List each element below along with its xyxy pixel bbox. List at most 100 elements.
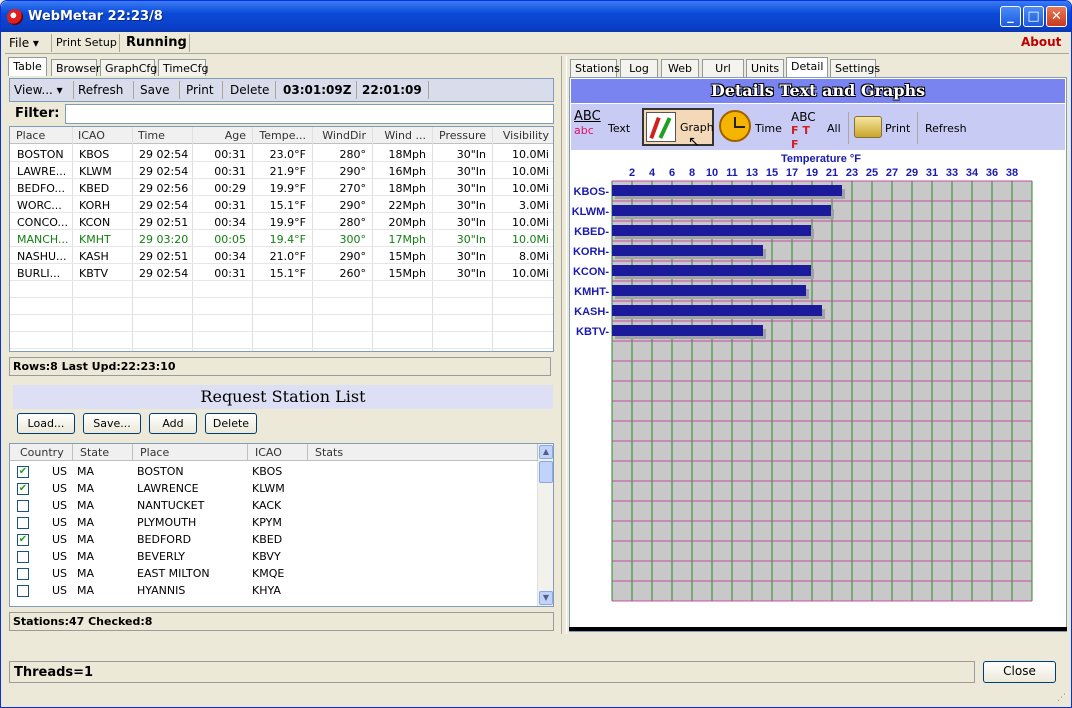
tab-web[interactable]: Web bbox=[661, 59, 699, 77]
maximize-button[interactable]: □ bbox=[1023, 6, 1044, 27]
add-button[interactable]: Add bbox=[149, 413, 197, 434]
graph-icon bbox=[646, 112, 676, 142]
column-header[interactable]: Tempe... bbox=[259, 129, 306, 142]
table-row[interactable]: MANCH... KMHT 29 03:20 00:05 19.4°F 300° 17Mph… bbox=[10, 231, 553, 248]
printer-icon bbox=[854, 116, 882, 138]
close-button[interactable]: Close bbox=[983, 661, 1056, 683]
list-item[interactable]: US MA EAST MILTON KMQE bbox=[10, 565, 553, 582]
refresh-button[interactable]: Refresh bbox=[78, 83, 123, 97]
print-graph-button[interactable]: Print bbox=[854, 110, 914, 144]
table-cell: 8.0Mi bbox=[518, 250, 549, 263]
resize-grip-icon[interactable]: ⋰ bbox=[1057, 693, 1066, 703]
table-row[interactable]: LAWRE... KLWM 29 02:54 00:31 21.9°F 290° 16Mph… bbox=[10, 163, 553, 180]
table-cell: 19.4°F bbox=[269, 233, 306, 246]
tab-browser[interactable]: Browser bbox=[51, 59, 101, 77]
menu-print-setup[interactable]: Print Setup bbox=[56, 36, 117, 49]
table-cell: 00:31 bbox=[214, 199, 246, 212]
minimize-button[interactable]: _ bbox=[1000, 6, 1021, 27]
column-header[interactable]: Place bbox=[16, 129, 45, 142]
list-item[interactable]: US MA BEVERLY KBVY bbox=[10, 548, 553, 565]
table-row[interactable]: CONCO... KCON 29 02:51 00:34 19.9°F 280° 20Mph… bbox=[10, 214, 553, 231]
column-header[interactable]: WindDir bbox=[322, 129, 366, 142]
tab-stations[interactable]: Stations bbox=[570, 59, 620, 77]
close-window-button[interactable]: ✕ bbox=[1046, 6, 1067, 27]
text-button[interactable]: ABC abc Text bbox=[574, 110, 636, 144]
station-checkbox[interactable] bbox=[17, 568, 29, 580]
station-state: MA bbox=[77, 584, 95, 597]
list-item[interactable]: ✔ US MA LAWRENCE KLWM bbox=[10, 480, 553, 497]
delete-station-button[interactable]: Delete bbox=[205, 413, 257, 434]
list-item[interactable]: US MA NANTUCKET KACK bbox=[10, 497, 553, 514]
table-cell: BURLI... bbox=[17, 267, 61, 280]
table-row[interactable]: BURLI... KBTV 29 02:54 00:31 15.1°F 260° 15Mph… bbox=[10, 265, 553, 282]
tab-url[interactable]: Url bbox=[702, 59, 744, 77]
all-button[interactable]: ABC F T F All bbox=[791, 110, 853, 151]
table-cell: KBOS bbox=[79, 148, 110, 161]
station-place: BOSTON bbox=[137, 465, 184, 478]
table-row[interactable]: WORC... KORH 29 02:54 00:31 15.1°F 290° 22Mph 3… bbox=[10, 197, 553, 214]
tab-table[interactable]: Table bbox=[8, 57, 47, 78]
column-header[interactable]: Time bbox=[138, 129, 165, 142]
list-item[interactable]: ✔ US MA BOSTON KBOS bbox=[10, 463, 553, 480]
table-cell: 00:31 bbox=[214, 267, 246, 280]
menu-about[interactable]: About bbox=[1021, 35, 1061, 49]
station-checkbox[interactable] bbox=[17, 585, 29, 597]
station-checkbox[interactable] bbox=[17, 500, 29, 512]
list-item[interactable]: ✔ US MA BEDFORD KBED bbox=[10, 531, 553, 548]
load-button[interactable]: Load... bbox=[17, 413, 75, 434]
table-cell: 21.9°F bbox=[269, 165, 306, 178]
save-button[interactable]: Save bbox=[140, 83, 169, 97]
table-cell: 21.0°F bbox=[269, 250, 306, 263]
table-cell: KORH bbox=[79, 199, 111, 212]
table-cell: 15.1°F bbox=[269, 267, 306, 280]
title-bar[interactable]: WebMetar 22:23/8 _ □ ✕ bbox=[1, 1, 1071, 32]
column-header[interactable]: ICAO bbox=[78, 129, 105, 142]
tab-units[interactable]: Units bbox=[746, 59, 784, 77]
graph-button[interactable]: Graph ↖ bbox=[642, 108, 714, 150]
column-header[interactable]: State bbox=[80, 446, 109, 459]
column-header[interactable]: Visibility bbox=[503, 129, 549, 142]
graph-label: Graph bbox=[680, 121, 714, 134]
tab-log[interactable]: Log bbox=[620, 59, 658, 77]
station-checkbox[interactable] bbox=[17, 551, 29, 563]
save-list-button[interactable]: Save... bbox=[83, 413, 141, 434]
table-row[interactable]: BOSTON KBOS 29 02:54 00:31 23.0°F 280° 18Mph 30… bbox=[10, 146, 553, 163]
station-state: MA bbox=[77, 567, 95, 580]
bar bbox=[612, 245, 763, 256]
table-row[interactable]: NASHU... KASH 29 02:51 00:34 21.0°F 290° 15Mph… bbox=[10, 248, 553, 265]
table-cell: 290° bbox=[339, 199, 367, 212]
column-header[interactable]: Age bbox=[225, 129, 246, 142]
stations-status: Stations:47 Checked:8 bbox=[9, 612, 554, 631]
column-header[interactable]: ICAO bbox=[255, 446, 282, 459]
tab-timecfg[interactable]: TimeCfg bbox=[158, 59, 208, 77]
scroll-up-icon[interactable]: ▲ bbox=[539, 445, 553, 459]
station-state: MA bbox=[77, 465, 95, 478]
station-checkbox[interactable]: ✔ bbox=[17, 483, 29, 495]
time-button[interactable]: Time bbox=[719, 110, 783, 144]
column-header[interactable]: Place bbox=[140, 446, 169, 459]
station-checkbox[interactable] bbox=[17, 517, 29, 529]
list-item[interactable]: US MA PLYMOUTH KPYM bbox=[10, 514, 553, 531]
view-menu[interactable]: View... ▾ bbox=[14, 83, 63, 97]
column-header[interactable]: Pressure bbox=[439, 129, 486, 142]
panel-splitter[interactable] bbox=[561, 56, 567, 634]
refresh-graph-button[interactable]: Refresh bbox=[925, 122, 967, 135]
table-row[interactable]: BEDFO... KBED 29 02:56 00:29 19.9°F 270° 18Mph… bbox=[10, 180, 553, 197]
list-item[interactable]: US MA HYANNIS KHYA bbox=[10, 582, 553, 599]
print-button[interactable]: Print bbox=[186, 83, 214, 97]
column-header[interactable]: Wind ... bbox=[384, 129, 426, 142]
tab-settings[interactable]: Settings bbox=[830, 59, 880, 77]
x-tick-label: 2 bbox=[629, 167, 635, 179]
tab-graphcfg[interactable]: GraphCfg bbox=[100, 59, 157, 77]
station-checkbox[interactable]: ✔ bbox=[17, 466, 29, 478]
x-tick-label: 4 bbox=[649, 167, 656, 179]
station-place: HYANNIS bbox=[137, 584, 186, 597]
delete-button[interactable]: Delete bbox=[230, 83, 269, 97]
menu-file[interactable]: File ▾ bbox=[9, 36, 39, 50]
station-checkbox[interactable]: ✔ bbox=[17, 534, 29, 546]
filter-input[interactable] bbox=[65, 104, 554, 124]
column-header[interactable]: Stats bbox=[315, 446, 343, 459]
column-header[interactable]: Country bbox=[20, 446, 64, 459]
tab-detail[interactable]: Detail bbox=[786, 57, 828, 78]
table-cell: BOSTON bbox=[17, 148, 64, 161]
